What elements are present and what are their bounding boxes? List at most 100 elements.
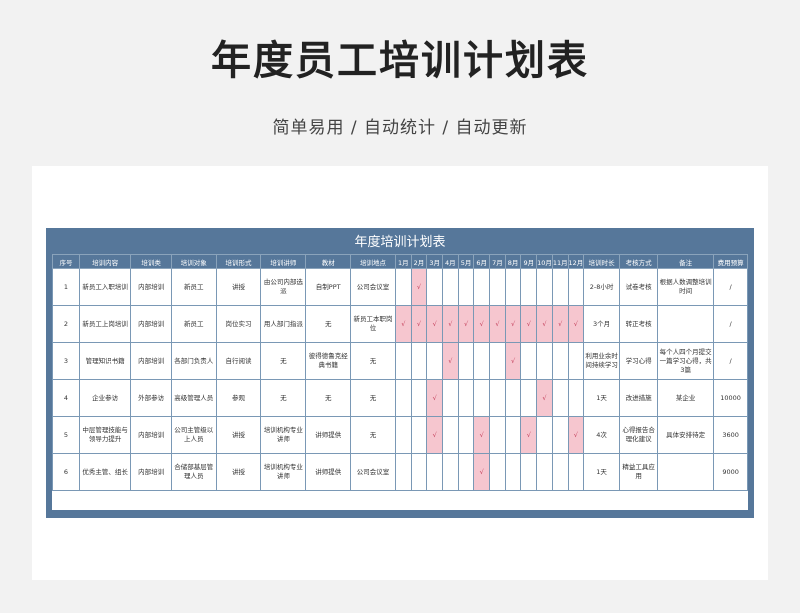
month-cell: √	[426, 305, 443, 343]
table-cell: 讲师提供	[305, 453, 352, 491]
table-cell: 内部培训	[130, 453, 172, 491]
table-cell: 改进措施	[619, 379, 659, 417]
table-cell: 培训机构专业讲师	[260, 416, 307, 454]
month-cell	[520, 342, 538, 380]
table-cell: 具体安排待定	[657, 416, 715, 454]
table-cell: 内部培训	[130, 342, 172, 380]
table-cell: 无	[350, 342, 396, 380]
table-cell: 讲师提供	[305, 416, 352, 454]
table-cell: 高级管理人员	[170, 379, 217, 417]
month-cell: √	[473, 453, 491, 491]
month-cell	[457, 453, 475, 491]
month-cell	[394, 453, 412, 491]
month-cell	[394, 342, 412, 380]
table-cell: 公司主管级以上人员	[170, 416, 217, 454]
table-cell: 试卷考核	[619, 268, 659, 306]
table-cell: 无	[305, 379, 352, 417]
table-cell: 3个月	[583, 305, 621, 343]
month-cell: √	[567, 305, 585, 343]
table-cell: 讲授	[215, 416, 262, 454]
month-cell	[473, 268, 491, 306]
month-cell	[504, 453, 522, 491]
month-cell	[520, 379, 538, 417]
column-header: 12月	[567, 254, 585, 269]
page-title: 年度员工培训计划表	[211, 38, 589, 84]
month-cell	[473, 379, 491, 417]
column-header: 培训对象	[170, 254, 217, 269]
month-cell: √	[567, 416, 585, 454]
column-header: 7月	[489, 254, 506, 269]
month-cell	[410, 453, 428, 491]
month-cell	[442, 453, 459, 491]
column-header: 5月	[457, 254, 475, 269]
table-header-row: 序号 培训内容 培训类 培训对象 培训形式 培训讲师 教材 培训地点 1月 2月 3月 4月 5月 6月 7…	[52, 254, 748, 269]
table-cell: 自行阅读	[215, 342, 262, 380]
table-cell: 中层管理技能与领导力提升	[78, 416, 132, 454]
month-cell	[536, 342, 553, 380]
month-cell: √	[426, 379, 443, 417]
table-cell: 无	[350, 416, 396, 454]
table-cell: 5	[52, 416, 80, 454]
column-header: 培训讲师	[260, 254, 307, 269]
month-cell	[504, 416, 522, 454]
table-cell: 彼得德鲁克经典书籍	[305, 342, 352, 380]
table-cell: 内部培训	[130, 268, 172, 306]
table-cell: 无	[260, 342, 307, 380]
table-cell: 管理知识书籍	[78, 342, 132, 380]
table-cell: 内部培训	[130, 305, 172, 343]
month-cell	[457, 379, 475, 417]
table-cell	[657, 305, 715, 343]
table-cell: 新员工	[170, 268, 217, 306]
table-cell: 每个人四个月提交一篇学习心得，共3篇	[657, 342, 715, 380]
table-cell: /	[713, 305, 748, 343]
column-header: 培训形式	[215, 254, 262, 269]
month-cell	[567, 342, 585, 380]
column-header: 11月	[551, 254, 569, 269]
month-cell: √	[442, 342, 459, 380]
month-cell	[489, 379, 506, 417]
month-cell	[457, 342, 475, 380]
column-header: 8月	[504, 254, 522, 269]
table-cell: 3	[52, 342, 80, 380]
table-cell: 2	[52, 305, 80, 343]
month-cell	[536, 453, 553, 491]
table-cell: 培训机构专业讲师	[260, 453, 307, 491]
table-cell: 新员工	[170, 305, 217, 343]
column-header: 6月	[473, 254, 491, 269]
table-cell: 由公司内部选派	[260, 268, 307, 306]
column-header: 备注	[657, 254, 715, 269]
table-cell: 岗位实习	[215, 305, 262, 343]
table-cell: 公司会议室	[350, 268, 396, 306]
month-cell: √	[536, 305, 553, 343]
month-cell	[442, 379, 459, 417]
month-cell	[489, 342, 506, 380]
table-cell: 3600	[713, 416, 748, 454]
column-header: 3月	[426, 254, 443, 269]
month-cell: √	[442, 305, 459, 343]
month-cell	[410, 379, 428, 417]
training-plan-table: 序号 培训内容 培训类 培训对象 培训形式 培训讲师 教材 培训地点 1月 2月 3月 4月 5月 6月 7…	[52, 254, 748, 491]
month-cell	[551, 416, 569, 454]
table-cell: 某企业	[657, 379, 715, 417]
table-cell: /	[713, 342, 748, 380]
table-cell: 心得报告合理化建议	[619, 416, 659, 454]
column-header: 1月	[394, 254, 412, 269]
month-cell	[442, 416, 459, 454]
table-cell: 自制PPT	[305, 268, 352, 306]
table-cell: 新员工入职培训	[78, 268, 132, 306]
month-cell	[394, 268, 412, 306]
table-cell: 精益工具应用	[619, 453, 659, 491]
column-header: 10月	[536, 254, 553, 269]
table-cell: 优秀主管、组长	[78, 453, 132, 491]
month-cell	[567, 268, 585, 306]
column-header: 培训内容	[78, 254, 132, 269]
month-cell	[567, 379, 585, 417]
table-cell: 4	[52, 379, 80, 417]
month-cell	[489, 453, 506, 491]
table-cell: 1天	[583, 379, 621, 417]
table-cell: 各部门负责人	[170, 342, 217, 380]
table-cell: 讲授	[215, 268, 262, 306]
month-cell	[426, 342, 443, 380]
month-cell: √	[394, 305, 412, 343]
table-cell: 企业参访	[78, 379, 132, 417]
